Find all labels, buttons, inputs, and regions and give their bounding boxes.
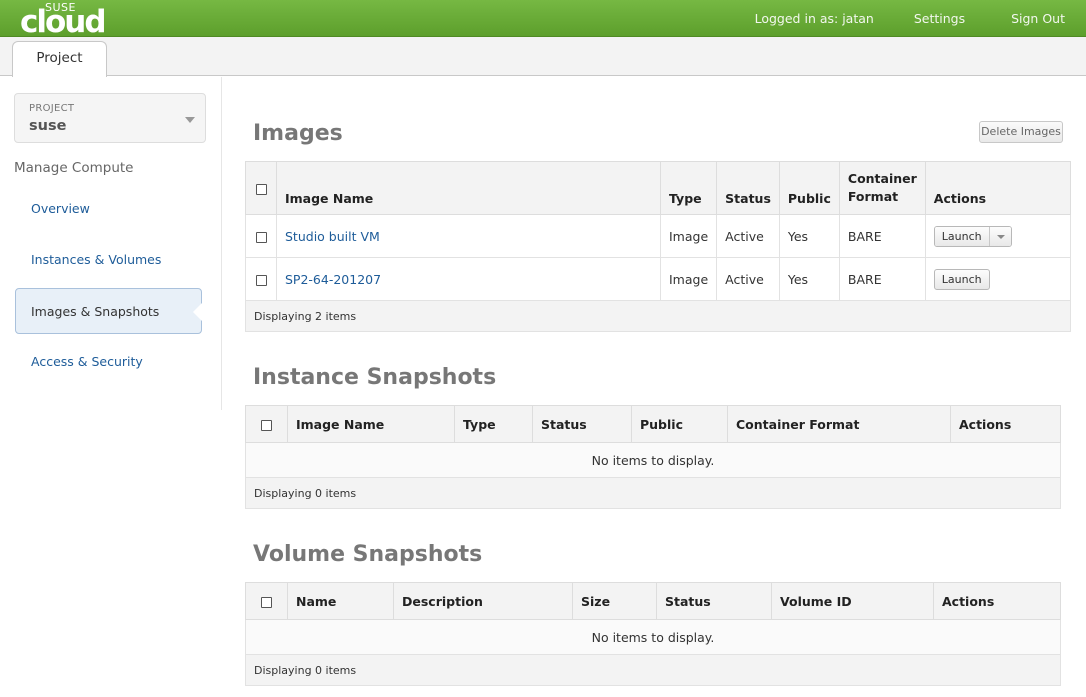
table-header-row: Image Name Type Status Public Container …: [245, 161, 1072, 215]
manage-compute-heading: Manage Compute: [14, 160, 134, 176]
select-all-checkbox[interactable]: [255, 183, 267, 195]
table-footer-count: Displaying 0 items: [245, 654, 1061, 686]
row-select-cell: [245, 214, 277, 258]
tab-project[interactable]: Project: [12, 41, 107, 77]
empty-message: No items to display.: [245, 619, 1061, 655]
column-header[interactable]: Public: [778, 161, 840, 215]
image-format-cell: BARE: [838, 214, 926, 258]
row-checkbox[interactable]: [255, 274, 267, 286]
column-header[interactable]: Image Name: [287, 405, 455, 443]
volume-snapshots-table: Name Description Size Status Volume ID A…: [245, 582, 1061, 686]
column-header[interactable]: Actions: [933, 582, 1061, 620]
column-header[interactable]: Description: [393, 582, 573, 620]
image-format-cell: BARE: [838, 257, 926, 301]
images-title: Images: [253, 121, 343, 146]
column-header[interactable]: Status: [656, 582, 772, 620]
image-actions-cell: Launch: [924, 214, 1072, 258]
sidebar-item-label: Images & Snapshots: [31, 304, 160, 319]
table-footer-row: Displaying 2 items: [245, 300, 1071, 332]
dashboard-tab-bar: Project: [0, 37, 1086, 77]
select-all-checkbox[interactable]: [261, 419, 272, 431]
select-all-cell: [245, 582, 288, 620]
column-header[interactable]: Container Format: [838, 161, 926, 215]
logged-in-user-link[interactable]: Logged in as: jatan: [755, 11, 874, 26]
launch-button[interactable]: Launch: [933, 268, 990, 290]
sidebar-item-overview[interactable]: Overview: [31, 201, 90, 216]
top-links: Logged in as: jatan Settings Sign Out: [755, 0, 1086, 37]
table-row: Studio built VM Image Active Yes BARE La…: [245, 214, 1072, 258]
table-header-row: Image Name Type Status Public Container …: [245, 405, 1061, 443]
image-status-cell: Active: [716, 257, 780, 301]
project-switcher-label: PROJECT: [29, 103, 75, 114]
top-bar: SUSE cloud Logged in as: jatan Settings …: [0, 0, 1086, 40]
more-actions-dropdown-icon[interactable]: [989, 226, 1011, 246]
column-header[interactable]: Size: [572, 582, 657, 620]
instance-snapshots-title: Instance Snapshots: [253, 365, 497, 390]
volume-snapshots-title: Volume Snapshots: [253, 542, 483, 567]
chevron-down-icon: [185, 117, 195, 123]
select-all-cell: [245, 405, 288, 443]
column-header[interactable]: Status: [716, 161, 780, 215]
image-public-cell: Yes: [778, 214, 840, 258]
image-actions-cell: Launch: [924, 257, 1072, 301]
sidebar-item-access-security[interactable]: Access & Security: [31, 354, 143, 369]
column-header[interactable]: Name: [287, 582, 394, 620]
images-table: Image Name Type Status Public Container …: [245, 161, 1072, 332]
launch-button[interactable]: Launch: [934, 226, 990, 246]
column-header[interactable]: Public: [631, 405, 728, 443]
project-switcher[interactable]: PROJECT suse: [14, 93, 206, 143]
table-row: No items to display.: [245, 442, 1061, 478]
column-header[interactable]: Type: [454, 405, 533, 443]
suse-cloud-logo[interactable]: SUSE cloud: [20, 2, 112, 40]
table-header-row: Name Description Size Status Volume ID A…: [245, 582, 1061, 620]
column-header[interactable]: Actions: [924, 161, 1072, 215]
image-name-cell: Studio built VM: [276, 214, 661, 258]
table-footer-row: Displaying 0 items: [245, 477, 1061, 509]
image-status-cell: Active: [716, 214, 780, 258]
row-checkbox[interactable]: [255, 231, 267, 243]
instance-snapshots-table: Image Name Type Status Public Container …: [245, 405, 1061, 509]
sidebar: PROJECT suse Manage Compute Overview Ins…: [0, 77, 222, 410]
image-name-link[interactable]: SP2-64-201207: [285, 272, 381, 287]
table-footer-count: Displaying 2 items: [245, 300, 1071, 332]
sidebar-item-images-snapshots[interactable]: Images & Snapshots: [15, 288, 202, 334]
table-row: No items to display.: [245, 619, 1061, 655]
column-header[interactable]: Status: [532, 405, 632, 443]
image-name-cell: SP2-64-201207: [276, 257, 661, 301]
image-type-cell: Image: [659, 257, 718, 301]
project-switcher-value: suse: [29, 118, 67, 134]
sign-out-link[interactable]: Sign Out: [1011, 11, 1065, 26]
delete-images-button[interactable]: Delete Images: [979, 121, 1063, 143]
table-footer-row: Displaying 0 items: [245, 654, 1061, 686]
logo-cloud-text: cloud: [20, 4, 107, 40]
launch-split-button: Launch: [933, 225, 1012, 247]
row-select-cell: [245, 257, 277, 301]
column-header[interactable]: Actions: [950, 405, 1061, 443]
image-name-link[interactable]: Studio built VM: [285, 229, 380, 244]
table-footer-count: Displaying 0 items: [245, 477, 1061, 509]
column-header[interactable]: Image Name: [276, 161, 661, 215]
image-public-cell: Yes: [778, 257, 840, 301]
empty-message: No items to display.: [245, 442, 1061, 478]
column-header[interactable]: Volume ID: [771, 582, 934, 620]
column-header[interactable]: Container Format: [727, 405, 951, 443]
image-type-cell: Image: [659, 214, 718, 258]
select-all-cell: [245, 161, 277, 215]
sidebar-item-instances-volumes[interactable]: Instances & Volumes: [31, 252, 161, 267]
settings-link[interactable]: Settings: [914, 11, 965, 26]
select-all-checkbox[interactable]: [261, 596, 272, 608]
table-row: SP2-64-201207 Image Active Yes BARE Laun…: [245, 257, 1072, 301]
column-header[interactable]: Type: [659, 161, 718, 215]
